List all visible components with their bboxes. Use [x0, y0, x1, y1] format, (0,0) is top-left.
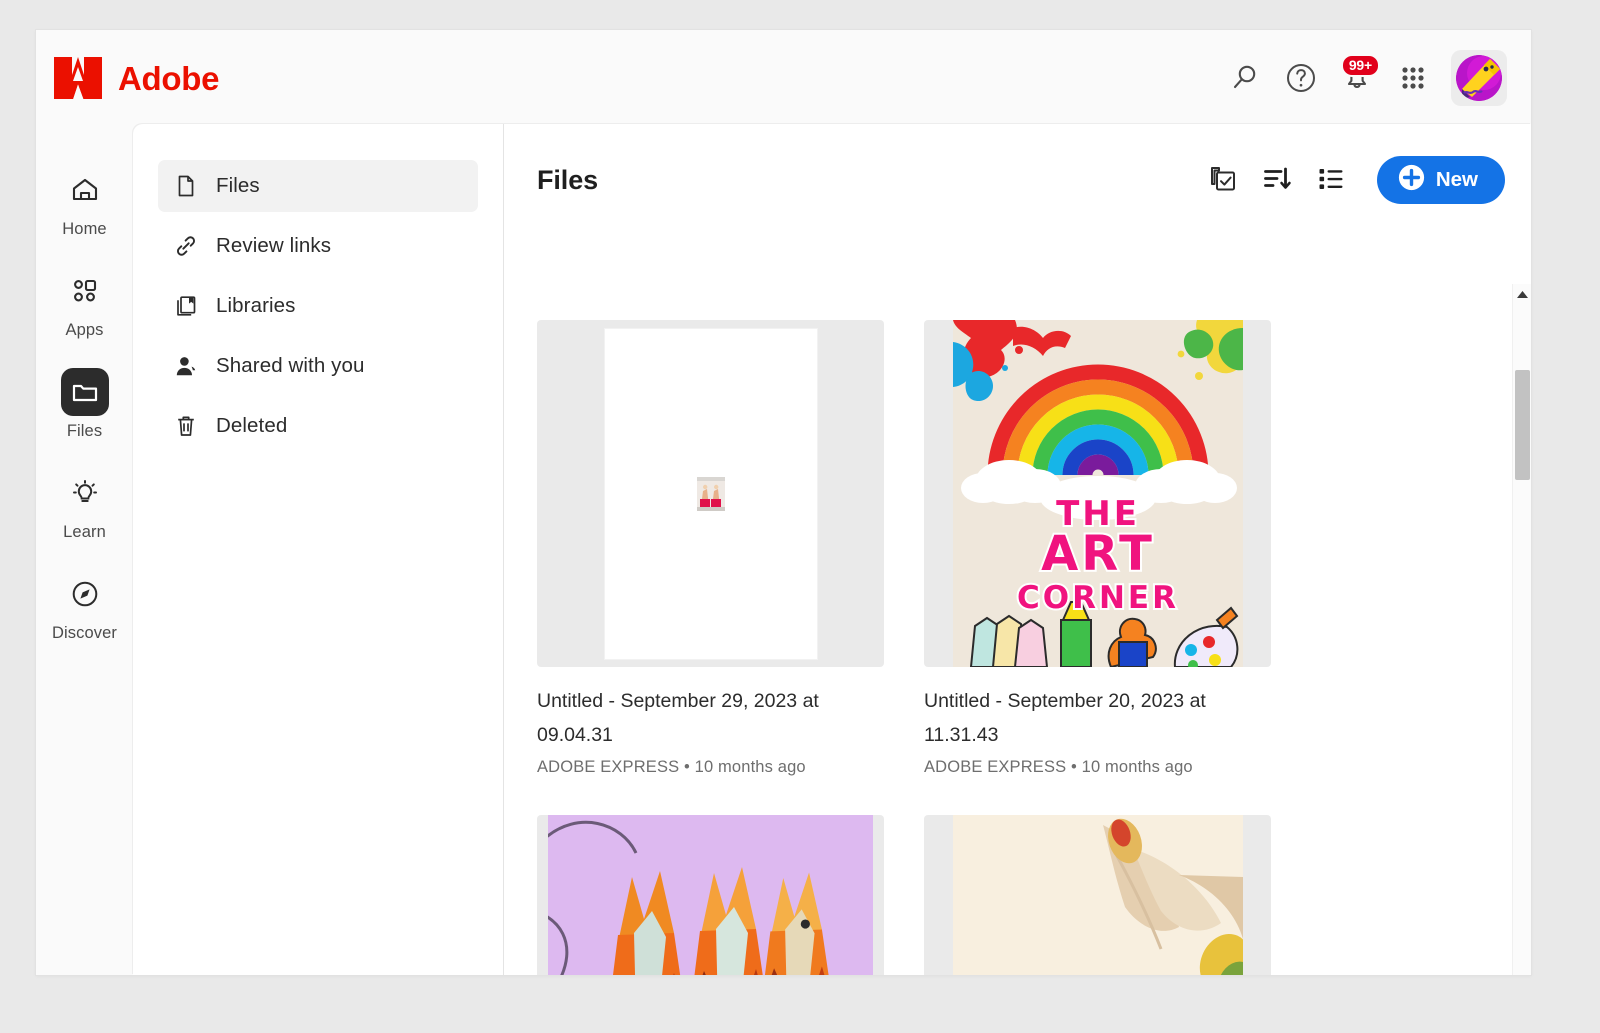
adobe-wordmark: Adobe — [118, 62, 219, 95]
nav-item-label: Files — [216, 174, 260, 198]
files-grid-scroll-area[interactable]: Untitled - September 29, 2023 at 09.04.3… — [504, 236, 1531, 975]
files-nav-list: Files Review links — [133, 124, 504, 975]
search-icon — [1230, 63, 1260, 93]
nav-item-label: Review links — [216, 234, 331, 258]
adobe-creative-cloud-window: Adobe — [36, 30, 1531, 975]
search-button[interactable] — [1219, 52, 1271, 104]
cream-invitation-thumbnail: Please join us for Mimi's Send-off — [953, 815, 1243, 975]
files-grid: Untitled - September 29, 2023 at 09.04.3… — [504, 236, 1531, 975]
page-title: Files — [537, 165, 598, 196]
view-toggle-button[interactable] — [1307, 156, 1355, 204]
global-rail: Home Apps — [36, 124, 133, 975]
notification-badge: 99+ — [1341, 54, 1380, 77]
vertical-scrollbar[interactable] — [1512, 284, 1531, 975]
file-thumbnail: Please join us for Mimi's Send-off — [924, 815, 1271, 975]
notifications-button[interactable]: 99+ — [1331, 52, 1383, 104]
content-shell: Home Apps — [36, 124, 1531, 975]
file-meta: ADOBE EXPRESS • 10 months ago — [924, 758, 1271, 777]
sort-button[interactable] — [1253, 156, 1301, 204]
header-actions: 99+ — [1219, 50, 1507, 106]
nav-item-review-links[interactable]: Review links — [158, 220, 478, 272]
app-grid-icon — [1398, 63, 1428, 93]
rail-item-discover[interactable]: Discover — [43, 570, 127, 671]
app-grid-button[interactable] — [1387, 52, 1439, 104]
toolbar-actions: New — [1199, 156, 1505, 204]
rail-label: Discover — [52, 624, 117, 643]
vertical-scroll-thumb[interactable] — [1515, 370, 1530, 480]
rail-label: Home — [62, 220, 106, 239]
library-icon — [173, 293, 199, 319]
avatar — [1456, 55, 1502, 101]
art-corner-poster-thumbnail: THE ART CORNER — [953, 320, 1243, 667]
nav-item-label: Deleted — [216, 414, 287, 438]
file-name: Untitled - September 29, 2023 at 09.04.3… — [537, 685, 857, 752]
file-name: Untitled - September 20, 2023 at 11.31.4… — [924, 685, 1244, 752]
document-icon — [173, 173, 199, 199]
svg-text:CORNER: CORNER — [1017, 580, 1179, 616]
file-card[interactable]: Please join us for Mimi's Send-off — [924, 815, 1271, 975]
compass-icon — [61, 570, 109, 618]
rail-item-home[interactable]: Home — [43, 166, 127, 267]
file-thumbnail — [537, 320, 884, 667]
purple-origami-thumbnail — [548, 815, 873, 975]
grid-row-spacer — [924, 777, 1271, 815]
plus-circle-icon — [1398, 164, 1425, 197]
nav-item-libraries[interactable]: Libraries — [158, 280, 478, 332]
multi-select-button[interactable] — [1199, 156, 1247, 204]
grid-row-spacer — [537, 777, 884, 815]
new-button[interactable]: New — [1377, 156, 1505, 204]
file-thumbnail: THE ART CORNER — [924, 320, 1271, 667]
rail-item-learn[interactable]: Learn — [43, 469, 127, 570]
file-meta: ADOBE EXPRESS • 10 months ago — [537, 758, 884, 777]
nav-item-files[interactable]: Files — [158, 160, 478, 212]
multi-select-checkbox-icon — [1208, 164, 1238, 197]
scroll-up-button[interactable] — [1513, 284, 1531, 304]
global-header: Adobe — [36, 30, 1531, 124]
rail-label: Files — [67, 422, 102, 441]
nav-item-label: Shared with you — [216, 354, 365, 378]
file-card[interactable] — [537, 815, 884, 975]
nav-item-shared-with-you[interactable]: Shared with you — [158, 340, 478, 392]
caret-up-icon — [1516, 287, 1529, 302]
adobe-triangle-logo-icon — [52, 55, 104, 101]
trash-icon — [173, 413, 199, 439]
lightbulb-icon — [61, 469, 109, 517]
file-card[interactable]: THE ART CORNER Untitled - September 20, … — [924, 320, 1271, 777]
help-circle-icon — [1285, 62, 1317, 94]
adobe-brand[interactable]: Adobe — [52, 55, 219, 101]
embedded-photo — [697, 477, 725, 511]
rail-label: Learn — [63, 523, 106, 542]
rail-item-files[interactable]: Files — [43, 368, 127, 469]
files-main: Files — [504, 124, 1531, 975]
rail-item-apps[interactable]: Apps — [43, 267, 127, 368]
rail-label: Apps — [65, 321, 103, 340]
folder-icon — [61, 368, 109, 416]
nav-item-deleted[interactable]: Deleted — [158, 400, 478, 452]
svg-text:ART: ART — [1041, 526, 1155, 582]
files-panel: Files Review links — [133, 124, 1531, 975]
help-button[interactable] — [1275, 52, 1327, 104]
home-icon — [61, 166, 109, 214]
avatar-button[interactable] — [1451, 50, 1507, 106]
nav-item-label: Libraries — [216, 294, 296, 318]
link-icon — [173, 233, 199, 259]
main-toolbar: Files — [504, 124, 1531, 236]
apps-icon — [61, 267, 109, 315]
file-thumbnail — [537, 815, 884, 975]
file-card[interactable]: Untitled - September 29, 2023 at 09.04.3… — [537, 320, 884, 777]
list-view-icon — [1316, 164, 1346, 197]
new-button-label: New — [1436, 168, 1478, 192]
blank-page-thumbnail — [605, 329, 817, 659]
sort-descending-icon — [1262, 164, 1292, 197]
person-icon — [173, 353, 199, 379]
